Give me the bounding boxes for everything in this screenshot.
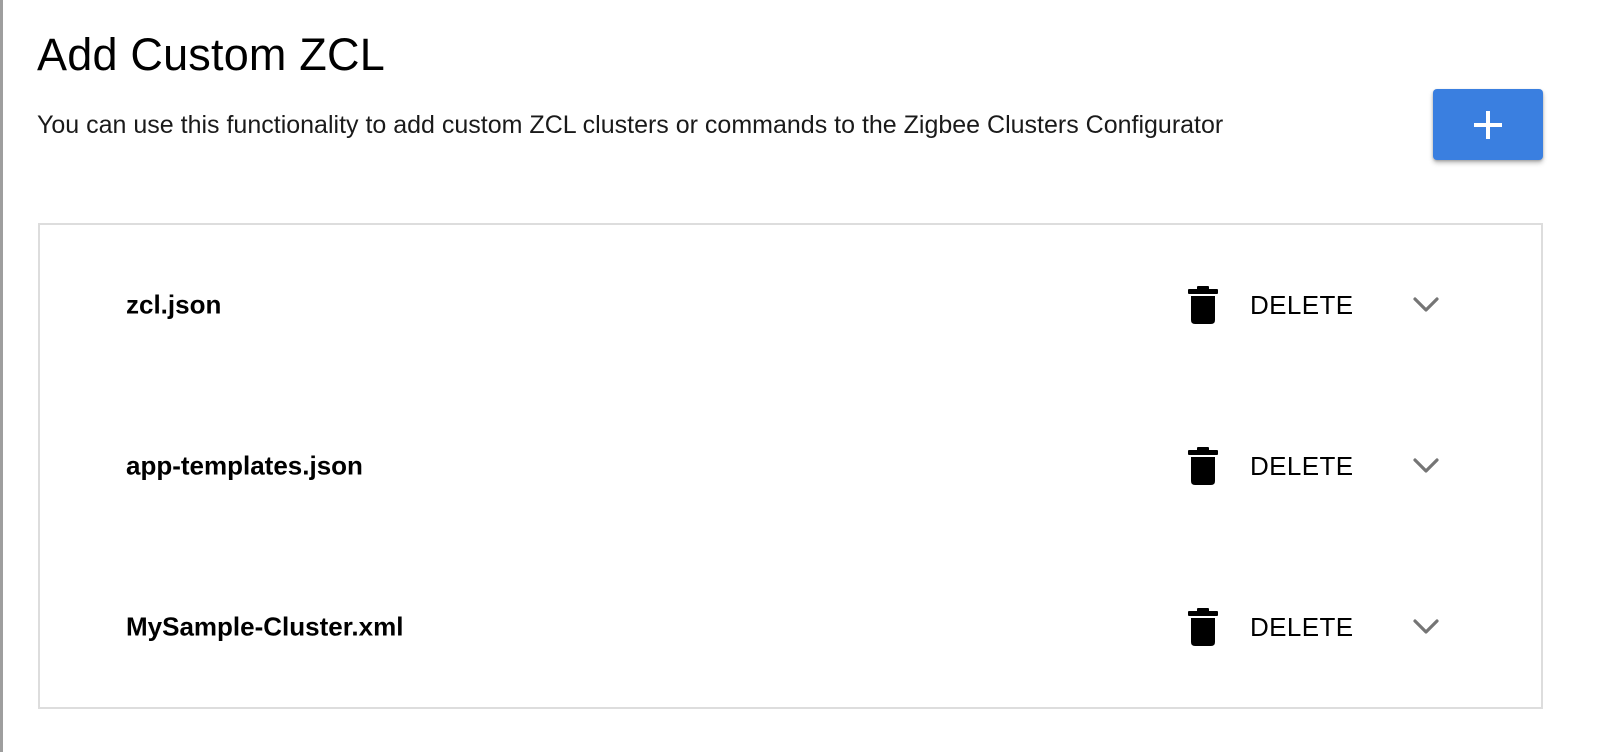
chevron-down-icon xyxy=(1413,619,1439,634)
delete-label: DELETE xyxy=(1250,289,1354,320)
plus-icon xyxy=(1474,110,1502,139)
trash-icon xyxy=(1188,608,1218,646)
expand-button[interactable] xyxy=(1411,612,1441,642)
expand-button[interactable] xyxy=(1411,290,1441,320)
delete-button[interactable]: DELETE xyxy=(1188,447,1354,485)
custom-zcl-file-list: zcl.json DELETE app-templates.json DELET… xyxy=(38,223,1543,709)
delete-button[interactable]: DELETE xyxy=(1188,608,1354,646)
file-name: MySample-Cluster.xml xyxy=(126,611,404,642)
chevron-down-icon xyxy=(1413,458,1439,473)
file-name: zcl.json xyxy=(126,289,222,320)
trash-icon xyxy=(1188,286,1218,324)
delete-label: DELETE xyxy=(1250,611,1354,642)
file-name: app-templates.json xyxy=(126,450,363,481)
add-custom-zcl-button[interactable] xyxy=(1433,89,1543,160)
delete-button[interactable]: DELETE xyxy=(1188,286,1354,324)
trash-icon xyxy=(1188,447,1218,485)
file-list-item[interactable]: zcl.json DELETE xyxy=(40,265,1541,345)
page-title: Add Custom ZCL xyxy=(37,29,385,80)
page-description: You can use this functionality to add cu… xyxy=(37,111,1224,139)
file-list-item[interactable]: app-templates.json DELETE xyxy=(40,426,1541,506)
delete-label: DELETE xyxy=(1250,450,1354,481)
chevron-down-icon xyxy=(1413,297,1439,312)
custom-zcl-page: Add Custom ZCL You can use this function… xyxy=(0,0,1600,752)
expand-button[interactable] xyxy=(1411,451,1441,481)
file-list-item[interactable]: MySample-Cluster.xml DELETE xyxy=(40,587,1541,667)
